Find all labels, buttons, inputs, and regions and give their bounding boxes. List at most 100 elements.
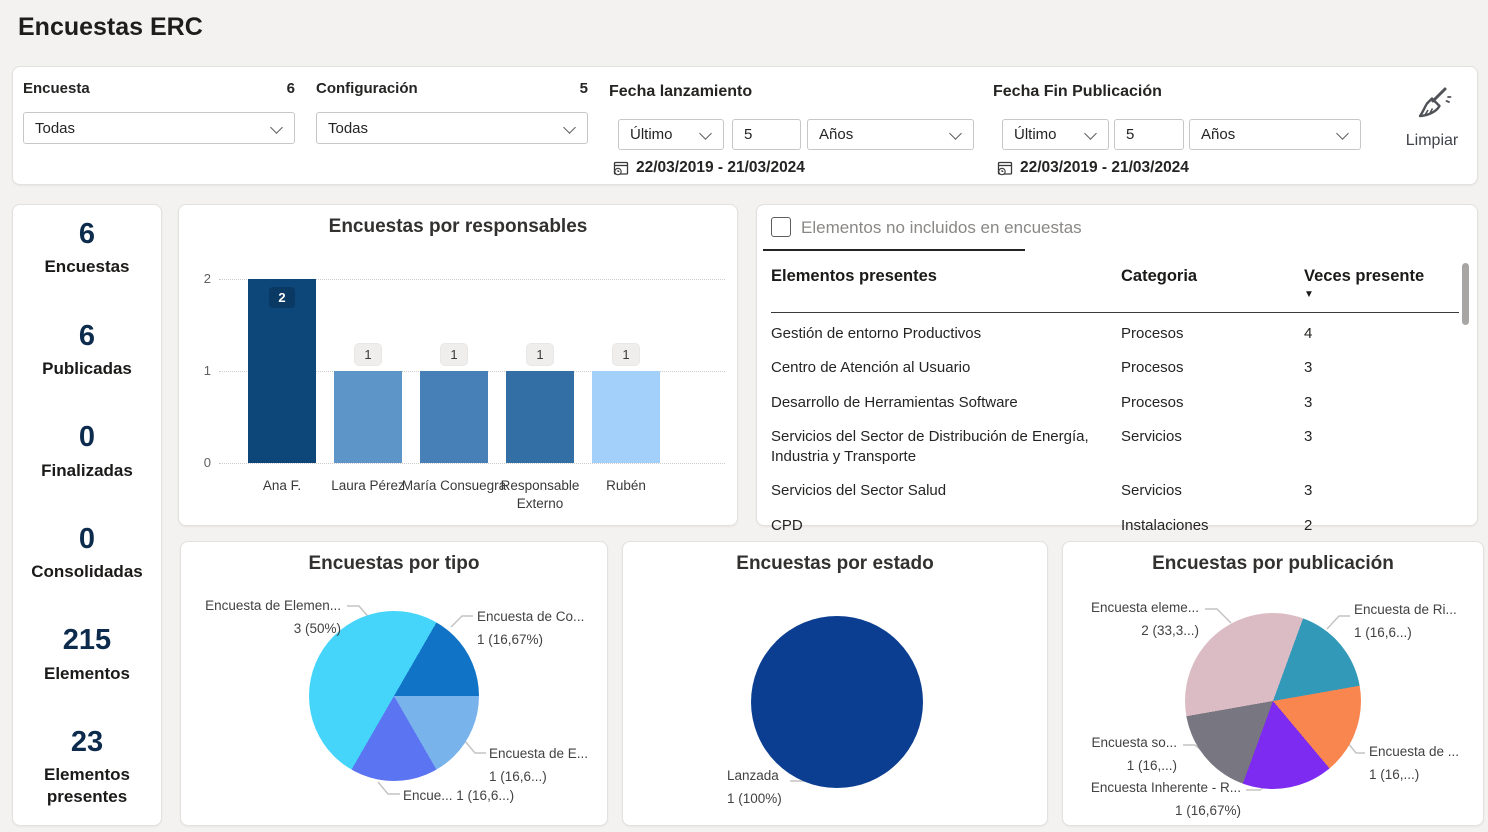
slice-value: 1 (100%) xyxy=(727,788,782,811)
slice-value: 1 (16,...) xyxy=(1369,764,1459,787)
configuracion-filter-count: 5 xyxy=(580,80,588,97)
cell-elemento: Gestión de entorno Productivos xyxy=(771,324,1121,344)
table-body: Gestión de entorno Productivos Procesos … xyxy=(771,317,1451,543)
column-header-label: Veces presente xyxy=(1304,267,1424,285)
bar-column: 1 xyxy=(420,279,488,463)
kpi-publicadas: 6 Publicadas xyxy=(17,321,157,380)
fecha-fin-unit-dropdown[interactable]: Años xyxy=(1189,119,1361,150)
fecha-lanzamiento-unit-dropdown[interactable]: Años xyxy=(807,119,974,150)
cell-veces: 3 xyxy=(1304,393,1451,413)
fecha-fin-mode-dropdown[interactable]: Último xyxy=(1002,119,1109,150)
encuesta-filter-label: Encuesta xyxy=(23,80,90,97)
configuracion-dropdown-value: Todas xyxy=(328,120,368,137)
fecha-fin-publicacion-label: Fecha Fin Publicación xyxy=(993,83,1162,101)
limpiar-label: Limpiar xyxy=(1395,132,1469,150)
broom-icon xyxy=(1411,85,1453,125)
cell-categoria: Procesos xyxy=(1121,324,1304,344)
slice-name: Lanzada xyxy=(727,765,782,788)
slice-name: Encuesta de Ri... xyxy=(1354,599,1457,622)
fecha-lanzamiento-range-text: 22/03/2019 - 21/03/2024 xyxy=(636,159,805,177)
kpi-value: 0 xyxy=(17,422,157,452)
elementos-table-card: Elementos no incluidos en encuestas Elem… xyxy=(756,204,1478,526)
slice-name: Encuesta de E... xyxy=(489,743,588,766)
cell-veces: 3 xyxy=(1304,481,1451,501)
configuracion-dropdown[interactable]: Todas xyxy=(316,112,588,144)
pie-publicacion-card: Encuestas por publicación Encuesta eleme… xyxy=(1062,541,1484,826)
bar-column: 1 xyxy=(506,279,574,463)
kpi-label: Elementos xyxy=(17,663,157,684)
bar-Responsable Externo[interactable] xyxy=(506,371,574,463)
table-row[interactable]: CPD Instalaciones 2 xyxy=(771,509,1451,543)
pie-estado-chart[interactable] xyxy=(751,616,923,788)
limpiar-button[interactable]: Limpiar xyxy=(1395,85,1469,150)
table-row[interactable]: Centro de Atención al Usuario Procesos 3 xyxy=(771,351,1451,385)
cell-categoria: Procesos xyxy=(1121,393,1304,413)
slice-value: 2 (33,3...) xyxy=(1071,620,1199,643)
bar-column: 1 xyxy=(592,279,660,463)
cell-categoria: Instalaciones xyxy=(1121,516,1304,536)
pie-publicacion-chart[interactable] xyxy=(1185,613,1361,789)
kpi-encuestas: 6 Encuestas xyxy=(17,219,157,278)
fecha-lanzamiento-range: 22/03/2019 - 21/03/2024 xyxy=(613,159,805,177)
slice-value: 3 (50%) xyxy=(189,618,341,641)
bar-Rubén[interactable] xyxy=(592,371,660,463)
table-row[interactable]: Gestión de entorno Productivos Procesos … xyxy=(771,317,1451,351)
elementos-checkbox[interactable] xyxy=(771,217,791,237)
slice-name: Encuesta so... xyxy=(1065,732,1177,755)
cell-categoria: Procesos xyxy=(1121,358,1304,378)
y-axis-tick: 0 xyxy=(189,455,211,470)
kpi-label: Publicadas xyxy=(17,358,157,379)
slice-name: Encuesta Inherente - R... xyxy=(1073,777,1241,800)
fecha-fin-range-text: 22/03/2019 - 21/03/2024 xyxy=(1020,159,1189,177)
fecha-fin-number-input[interactable]: 5 xyxy=(1114,119,1184,150)
sort-desc-icon: ▼ xyxy=(1304,289,1451,300)
table-row[interactable]: Servicios del Sector de Distribución de … xyxy=(771,420,1451,475)
pie-slice-label: Encue... 1 (16,6...) xyxy=(403,785,514,808)
kpi-label: Elementos presentes xyxy=(27,764,147,807)
bar-chart-title: Encuestas por responsables xyxy=(179,216,737,238)
bar-value-label: 1 xyxy=(527,344,553,365)
configuracion-filter-label: Configuración xyxy=(316,80,418,97)
cell-veces: 3 xyxy=(1304,358,1451,378)
filter-bar: Encuesta 6 Todas Configuración 5 Todas F… xyxy=(12,66,1478,185)
x-axis-label: Rubén xyxy=(571,477,681,495)
elementos-checkbox-label: Elementos no incluidos en encuestas xyxy=(801,218,1082,238)
fecha-lanzamiento-unit-value: Años xyxy=(819,126,853,143)
kpi-elementos-presentes: 23 Elementos presentes xyxy=(17,727,157,807)
slice-value: 1 (16,6...) xyxy=(1354,622,1457,645)
kpi-label: Finalizadas xyxy=(17,460,157,481)
slice-name: Encuesta de Co... xyxy=(477,606,584,629)
bar-value-label: 2 xyxy=(269,287,295,308)
kpi-elementos: 215 Elementos xyxy=(17,625,157,684)
chevron-down-icon xyxy=(699,127,712,140)
bar-Laura Pérez[interactable] xyxy=(334,371,402,463)
slice-name: Encuesta de ... xyxy=(1369,741,1459,764)
kpi-label: Consolidadas xyxy=(17,561,157,582)
column-header-categoria[interactable]: Categoria xyxy=(1121,267,1304,300)
chevron-down-icon xyxy=(1336,127,1349,140)
encuesta-dropdown[interactable]: Todas xyxy=(23,112,295,144)
kpi-consolidadas: 0 Consolidadas xyxy=(17,524,157,583)
kpi-value: 6 xyxy=(17,219,157,249)
fecha-fin-mode-value: Último xyxy=(1014,126,1057,143)
column-header-veces-presente[interactable]: Veces presente ▼ xyxy=(1304,267,1451,300)
slice-name: Encuesta de Elemen... xyxy=(189,595,341,618)
fecha-lanzamiento-number-input[interactable]: 5 xyxy=(732,119,801,150)
page-title: Encuestas ERC xyxy=(18,13,203,42)
fecha-lanzamiento-mode-dropdown[interactable]: Último xyxy=(618,119,724,150)
table-row[interactable]: Desarrollo de Herramientas Software Proc… xyxy=(771,386,1451,420)
pie-estado-card: Encuestas por estado Lanzada 1 (100%) xyxy=(622,541,1048,826)
kpi-value: 23 xyxy=(17,727,157,757)
gridline xyxy=(219,463,725,464)
kpi-value: 6 xyxy=(17,321,157,351)
table-scrollbar[interactable] xyxy=(1462,263,1469,325)
cell-categoria: Servicios xyxy=(1121,427,1304,468)
column-header-elementos[interactable]: Elementos presentes xyxy=(771,267,1121,300)
bar-María Consuegra[interactable] xyxy=(420,371,488,463)
cell-elemento: CPD xyxy=(771,516,1121,536)
kpi-finalizadas: 0 Finalizadas xyxy=(17,422,157,481)
table-row[interactable]: Servicios del Sector Salud Servicios 3 xyxy=(771,474,1451,508)
y-axis-tick: 2 xyxy=(189,271,211,286)
kpi-value: 0 xyxy=(17,524,157,554)
bar-value-label: 1 xyxy=(613,344,639,365)
